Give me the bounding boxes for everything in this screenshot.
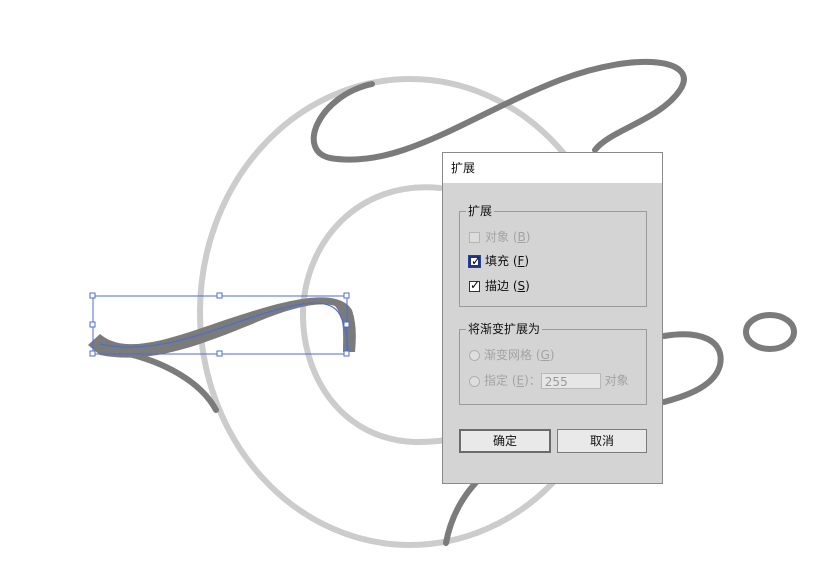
specify-unit-label: 对象: [604, 373, 629, 388]
gradient-mesh-label: 渐变网格: [484, 348, 533, 362]
fill-checkbox[interactable]: ✓: [468, 254, 482, 268]
handle-bottom-left[interactable]: [89, 350, 96, 357]
expand-group-label: 扩展: [466, 204, 495, 218]
object-shortcut: B: [517, 230, 526, 244]
expand-dialog: 扩展 扩展 对象 (B) ✓ 填充 (F) ✓ 描边 (S) 将渐变扩展为 渐变网格…: [442, 152, 663, 484]
handle-bottom-right[interactable]: [343, 350, 350, 357]
object-checkbox: [469, 232, 480, 243]
gradient-group: 将渐变扩展为 渐变网格 (G) 指定 (E)： 255 对象: [459, 322, 647, 405]
top-loop-stroke[interactable]: [310, 58, 687, 163]
checkmark-icon: ✓: [470, 278, 481, 292]
specify-radio: [469, 375, 480, 387]
object-label: 对象: [485, 230, 510, 244]
checkmark-icon: ✓: [471, 254, 482, 268]
fill-label: 填充: [485, 254, 510, 268]
artboard-canvas[interactable]: [0, 0, 832, 584]
handle-middle-left[interactable]: [89, 321, 96, 328]
dialog-title[interactable]: 扩展: [443, 153, 662, 183]
handle-bottom-middle[interactable]: [216, 350, 223, 357]
small-loop-stroke[interactable]: [743, 312, 797, 352]
cancel-button[interactable]: 取消: [557, 429, 647, 453]
right-loop-stroke[interactable]: [661, 331, 724, 405]
handle-middle-right[interactable]: [343, 321, 350, 328]
handle-top-left[interactable]: [89, 292, 96, 299]
expand-group: 扩展 对象 (B) ✓ 填充 (F) ✓ 描边 (S): [459, 204, 647, 307]
stroke-checkbox[interactable]: ✓: [469, 278, 481, 292]
handle-top-middle[interactable]: [216, 292, 223, 299]
fill-option[interactable]: ✓ 填充 (F): [468, 254, 529, 268]
stroke-shortcut: S: [517, 279, 526, 293]
handle-top-right[interactable]: [343, 292, 350, 299]
specify-label: 指定: [484, 373, 509, 388]
stroke-label: 描边: [485, 279, 510, 293]
gradient-group-label: 将渐变扩展为: [466, 322, 543, 336]
ok-button[interactable]: 确定: [459, 429, 551, 453]
specify-option: 指定 (E)： 255 对象: [469, 373, 629, 389]
specify-count-input: 255: [540, 373, 601, 389]
stroke-option[interactable]: ✓ 描边 (S): [469, 278, 530, 293]
gradient-mesh-option: 渐变网格 (G): [469, 348, 555, 362]
gradient-mesh-radio: [469, 350, 480, 361]
object-option: 对象 (B): [469, 230, 530, 244]
fill-shortcut: F: [517, 254, 525, 268]
gradient-mesh-shortcut: G: [540, 348, 550, 362]
specify-shortcut: E: [516, 373, 525, 388]
